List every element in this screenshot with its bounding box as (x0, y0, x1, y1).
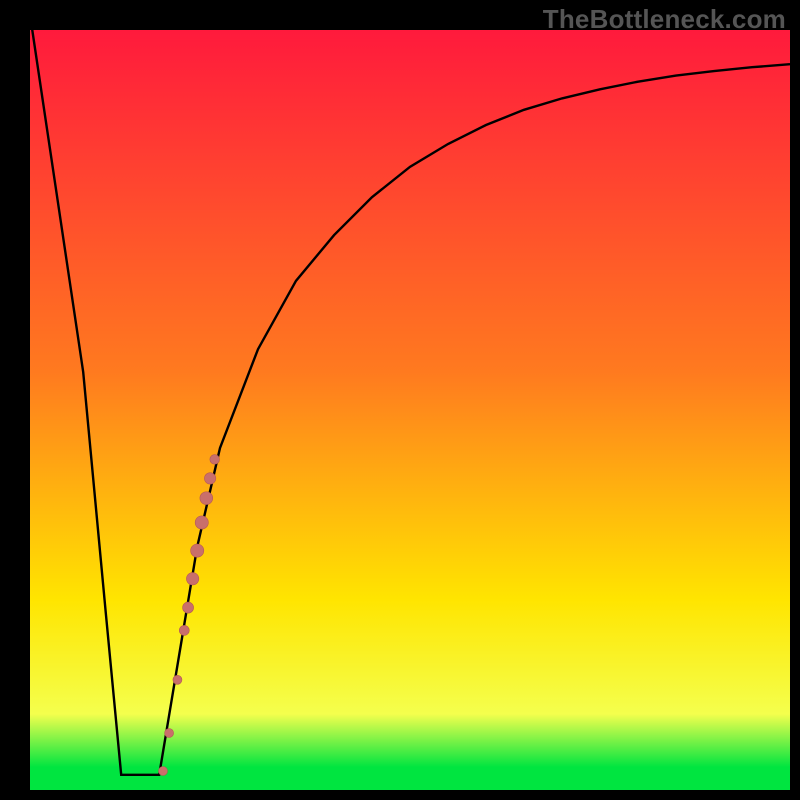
data-marker (191, 544, 204, 557)
data-marker (179, 625, 189, 635)
data-marker (173, 675, 182, 684)
data-marker (165, 729, 174, 738)
chart-plot-area (30, 30, 790, 790)
data-marker (159, 767, 168, 776)
data-marker (200, 492, 213, 505)
data-marker (186, 573, 198, 585)
data-marker (195, 516, 208, 529)
data-marker (210, 455, 220, 465)
bottleneck-chart (30, 30, 790, 790)
data-marker (183, 602, 194, 613)
watermark-text: TheBottleneck.com (543, 4, 786, 35)
chart-background (30, 30, 790, 790)
data-marker (204, 473, 215, 484)
